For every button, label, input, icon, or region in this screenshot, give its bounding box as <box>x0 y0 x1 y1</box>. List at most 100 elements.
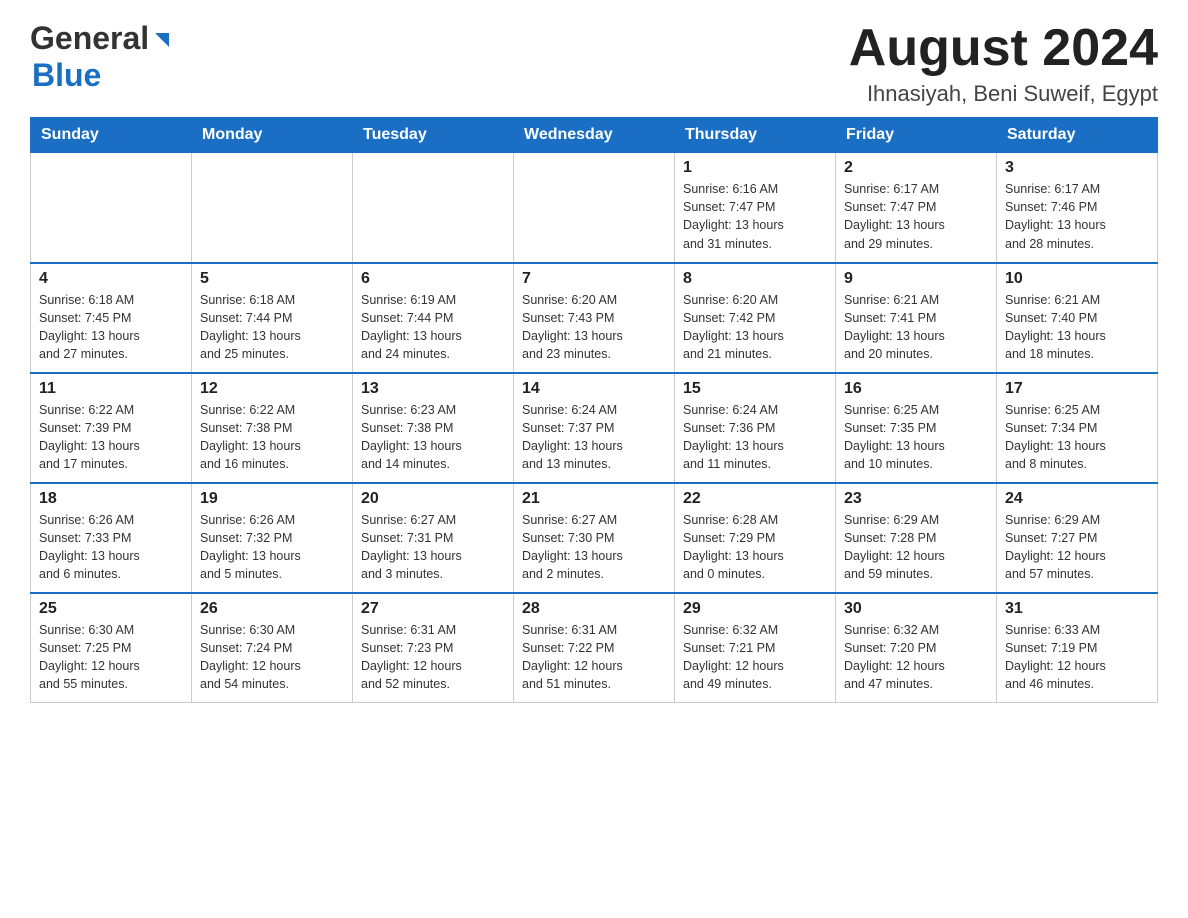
day-number: 16 <box>844 380 988 398</box>
day-info: Sunrise: 6:30 AM Sunset: 7:24 PM Dayligh… <box>200 621 344 694</box>
logo: General Blue <box>30 20 173 94</box>
calendar-day: 31 Sunrise: 6:33 AM Sunset: 7:19 PM Dayli… <box>997 593 1158 703</box>
calendar-day <box>31 153 192 263</box>
day-info: Sunrise: 6:22 AM Sunset: 7:39 PM Dayligh… <box>39 401 183 474</box>
calendar-day: 13Sunrise: 6:23 AM Sunset: 7:38 PM Dayli… <box>353 373 514 483</box>
calendar-week-row: 18 Sunrise: 6:26 AM Sunset: 7:33 PM Dayli… <box>31 483 1158 593</box>
calendar-header-row: SundayMondayTuesdayWednesdayThursdayFrid… <box>31 118 1158 153</box>
calendar-day: 25Sunrise: 6:30 AM Sunset: 7:25 PM Dayli… <box>31 593 192 703</box>
day-info: Sunrise: 6:26 AM Sunset: 7:32 PM Dayligh… <box>200 511 344 584</box>
calendar-day: 12 Sunrise: 6:22 AM Sunset: 7:38 PM Dayli… <box>192 373 353 483</box>
page-header: General Blue August 2024 Ihnasiyah, Beni… <box>30 20 1158 107</box>
day-info: Sunrise: 6:22 AM Sunset: 7:38 PM Dayligh… <box>200 401 344 474</box>
day-info: Sunrise: 6:31 AM Sunset: 7:22 PM Dayligh… <box>522 621 666 694</box>
calendar-day: 2 Sunrise: 6:17 AM Sunset: 7:47 PM Daylig… <box>836 153 997 263</box>
day-info: Sunrise: 6:26 AM Sunset: 7:33 PM Dayligh… <box>39 511 183 584</box>
calendar-day: 20 Sunrise: 6:27 AM Sunset: 7:31 PM Dayli… <box>353 483 514 593</box>
day-info: Sunrise: 6:32 AM Sunset: 7:20 PM Dayligh… <box>844 621 988 694</box>
calendar-day: 21 Sunrise: 6:27 AM Sunset: 7:30 PM Dayli… <box>514 483 675 593</box>
logo-blue-text: Blue <box>32 57 101 94</box>
calendar-day <box>192 153 353 263</box>
day-info: Sunrise: 6:16 AM Sunset: 7:47 PM Dayligh… <box>683 180 827 253</box>
calendar-table: SundayMondayTuesdayWednesdayThursdayFrid… <box>30 117 1158 703</box>
day-number: 12 <box>200 380 344 398</box>
day-number: 17 <box>1005 380 1149 398</box>
day-number: 18 <box>39 490 183 508</box>
calendar-day: 9 Sunrise: 6:21 AM Sunset: 7:41 PM Daylig… <box>836 263 997 373</box>
calendar-day: 15 Sunrise: 6:24 AM Sunset: 7:36 PM Dayli… <box>675 373 836 483</box>
day-info: Sunrise: 6:17 AM Sunset: 7:47 PM Dayligh… <box>844 180 988 253</box>
calendar-day: 5Sunrise: 6:18 AM Sunset: 7:44 PM Daylig… <box>192 263 353 373</box>
day-info: Sunrise: 6:20 AM Sunset: 7:42 PM Dayligh… <box>683 291 827 364</box>
day-number: 25 <box>39 600 183 618</box>
day-number: 28 <box>522 600 666 618</box>
day-number: 8 <box>683 270 827 288</box>
day-info: Sunrise: 6:29 AM Sunset: 7:28 PM Dayligh… <box>844 511 988 584</box>
calendar-header-friday: Friday <box>836 118 997 153</box>
calendar-day: 26 Sunrise: 6:30 AM Sunset: 7:24 PM Dayli… <box>192 593 353 703</box>
calendar-week-row: 4 Sunrise: 6:18 AM Sunset: 7:45 PM Daylig… <box>31 263 1158 373</box>
calendar-day: 28 Sunrise: 6:31 AM Sunset: 7:22 PM Dayli… <box>514 593 675 703</box>
day-number: 6 <box>361 270 505 288</box>
location-title: Ihnasiyah, Beni Suweif, Egypt <box>849 81 1158 107</box>
day-info: Sunrise: 6:21 AM Sunset: 7:40 PM Dayligh… <box>1005 291 1149 364</box>
day-info: Sunrise: 6:19 AM Sunset: 7:44 PM Dayligh… <box>361 291 505 364</box>
calendar-day: 8 Sunrise: 6:20 AM Sunset: 7:42 PM Daylig… <box>675 263 836 373</box>
day-number: 4 <box>39 270 183 288</box>
calendar-day: 1 Sunrise: 6:16 AM Sunset: 7:47 PM Daylig… <box>675 153 836 263</box>
day-number: 14 <box>522 380 666 398</box>
calendar-day: 22 Sunrise: 6:28 AM Sunset: 7:29 PM Dayli… <box>675 483 836 593</box>
day-info: Sunrise: 6:27 AM Sunset: 7:30 PM Dayligh… <box>522 511 666 584</box>
calendar-day: 19 Sunrise: 6:26 AM Sunset: 7:32 PM Dayli… <box>192 483 353 593</box>
day-number: 20 <box>361 490 505 508</box>
day-info: Sunrise: 6:23 AM Sunset: 7:38 PM Dayligh… <box>361 401 505 474</box>
logo-general-text: General <box>30 20 149 57</box>
day-info: Sunrise: 6:27 AM Sunset: 7:31 PM Dayligh… <box>361 511 505 584</box>
calendar-header-wednesday: Wednesday <box>514 118 675 153</box>
day-info: Sunrise: 6:18 AM Sunset: 7:44 PM Dayligh… <box>200 291 344 364</box>
day-number: 31 <box>1005 600 1149 618</box>
day-number: 9 <box>844 270 988 288</box>
day-info: Sunrise: 6:29 AM Sunset: 7:27 PM Dayligh… <box>1005 511 1149 584</box>
calendar-day: 4 Sunrise: 6:18 AM Sunset: 7:45 PM Daylig… <box>31 263 192 373</box>
day-number: 15 <box>683 380 827 398</box>
day-info: Sunrise: 6:32 AM Sunset: 7:21 PM Dayligh… <box>683 621 827 694</box>
calendar-day: 30Sunrise: 6:32 AM Sunset: 7:20 PM Dayli… <box>836 593 997 703</box>
day-number: 10 <box>1005 270 1149 288</box>
calendar-day: 24 Sunrise: 6:29 AM Sunset: 7:27 PM Dayli… <box>997 483 1158 593</box>
calendar-day: 17Sunrise: 6:25 AM Sunset: 7:34 PM Dayli… <box>997 373 1158 483</box>
calendar-day: 3Sunrise: 6:17 AM Sunset: 7:46 PM Daylig… <box>997 153 1158 263</box>
day-number: 22 <box>683 490 827 508</box>
calendar-week-row: 1 Sunrise: 6:16 AM Sunset: 7:47 PM Daylig… <box>31 153 1158 263</box>
day-number: 23 <box>844 490 988 508</box>
day-info: Sunrise: 6:31 AM Sunset: 7:23 PM Dayligh… <box>361 621 505 694</box>
day-number: 24 <box>1005 490 1149 508</box>
day-number: 1 <box>683 159 827 177</box>
calendar-day: 18 Sunrise: 6:26 AM Sunset: 7:33 PM Dayli… <box>31 483 192 593</box>
day-number: 29 <box>683 600 827 618</box>
calendar-day: 7Sunrise: 6:20 AM Sunset: 7:43 PM Daylig… <box>514 263 675 373</box>
day-number: 27 <box>361 600 505 618</box>
day-info: Sunrise: 6:20 AM Sunset: 7:43 PM Dayligh… <box>522 291 666 364</box>
day-info: Sunrise: 6:18 AM Sunset: 7:45 PM Dayligh… <box>39 291 183 364</box>
day-info: Sunrise: 6:24 AM Sunset: 7:36 PM Dayligh… <box>683 401 827 474</box>
day-info: Sunrise: 6:33 AM Sunset: 7:19 PM Dayligh… <box>1005 621 1149 694</box>
calendar-day <box>514 153 675 263</box>
day-number: 2 <box>844 159 988 177</box>
month-title: August 2024 <box>849 20 1158 77</box>
day-info: Sunrise: 6:28 AM Sunset: 7:29 PM Dayligh… <box>683 511 827 584</box>
title-section: August 2024 Ihnasiyah, Beni Suweif, Egyp… <box>849 20 1158 107</box>
day-number: 3 <box>1005 159 1149 177</box>
calendar-day: 23 Sunrise: 6:29 AM Sunset: 7:28 PM Dayli… <box>836 483 997 593</box>
day-number: 19 <box>200 490 344 508</box>
calendar-week-row: 11Sunrise: 6:22 AM Sunset: 7:39 PM Dayli… <box>31 373 1158 483</box>
day-info: Sunrise: 6:24 AM Sunset: 7:37 PM Dayligh… <box>522 401 666 474</box>
calendar-day: 6 Sunrise: 6:19 AM Sunset: 7:44 PM Daylig… <box>353 263 514 373</box>
calendar-header-tuesday: Tuesday <box>353 118 514 153</box>
calendar-day: 29 Sunrise: 6:32 AM Sunset: 7:21 PM Dayli… <box>675 593 836 703</box>
day-number: 26 <box>200 600 344 618</box>
day-info: Sunrise: 6:25 AM Sunset: 7:35 PM Dayligh… <box>844 401 988 474</box>
day-number: 21 <box>522 490 666 508</box>
calendar-header-thursday: Thursday <box>675 118 836 153</box>
day-info: Sunrise: 6:21 AM Sunset: 7:41 PM Dayligh… <box>844 291 988 364</box>
